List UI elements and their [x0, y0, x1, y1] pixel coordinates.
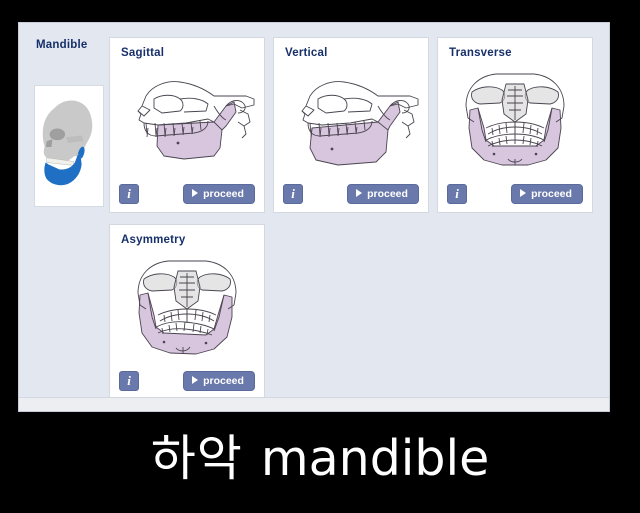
panel-content-area: Mandible Sagittal i proceed Vertical i p… [19, 23, 609, 400]
skull-lateral-mandible-highlight-icon [42, 100, 93, 186]
info-button[interactable]: i [119, 184, 139, 204]
skull-lateral-sagittal-icon [137, 81, 255, 160]
play-triangle-icon [192, 189, 199, 198]
skull-lateral-vertical-icon [301, 81, 419, 166]
skull-frontal-transverse-icon [465, 73, 565, 166]
card-vertical[interactable]: Vertical i proceed [273, 37, 429, 213]
play-triangle-icon [356, 189, 363, 198]
play-triangle-icon [192, 376, 199, 385]
caption: 하악 mandible [0, 424, 640, 494]
proceed-button-label: proceed [203, 375, 244, 388]
card-title: Vertical [285, 47, 328, 59]
card-transverse[interactable]: Transverse i proceed [437, 37, 593, 213]
card-title: Asymmetry [121, 234, 186, 246]
card-figure [114, 253, 260, 361]
proceed-button[interactable]: proceed [183, 371, 255, 391]
info-button[interactable]: i [447, 184, 467, 204]
skull-frontal-asymmetry-icon [137, 260, 237, 355]
card-title: Sagittal [121, 47, 165, 59]
caption-korean: 하악 [150, 430, 243, 487]
play-triangle-icon [520, 189, 527, 198]
card-title: Transverse [449, 47, 512, 59]
card-figure [278, 66, 424, 174]
card-figure [114, 66, 260, 174]
caption-english: mandible [260, 430, 490, 487]
proceed-button-label: proceed [367, 188, 408, 201]
card-actions: i proceed [274, 184, 428, 204]
page-title: Mandible [36, 39, 88, 51]
proceed-button-label: proceed [203, 188, 244, 201]
panel-footer [19, 397, 609, 411]
card-actions: i proceed [438, 184, 592, 204]
card-asymmetry[interactable]: Asymmetry i proceed [109, 224, 265, 400]
card-figure [442, 66, 588, 174]
application-panel: Mandible Sagittal i proceed Vertical i p… [18, 22, 610, 412]
proceed-button-label: proceed [531, 188, 572, 201]
card-actions: i proceed [110, 371, 264, 391]
info-button[interactable]: i [119, 371, 139, 391]
proceed-button[interactable]: proceed [183, 184, 255, 204]
mandible-thumbnail-card[interactable] [34, 85, 104, 207]
card-actions: i proceed [110, 184, 264, 204]
proceed-button[interactable]: proceed [511, 184, 583, 204]
card-sagittal[interactable]: Sagittal i proceed [109, 37, 265, 213]
proceed-button[interactable]: proceed [347, 184, 419, 204]
info-button[interactable]: i [283, 184, 303, 204]
